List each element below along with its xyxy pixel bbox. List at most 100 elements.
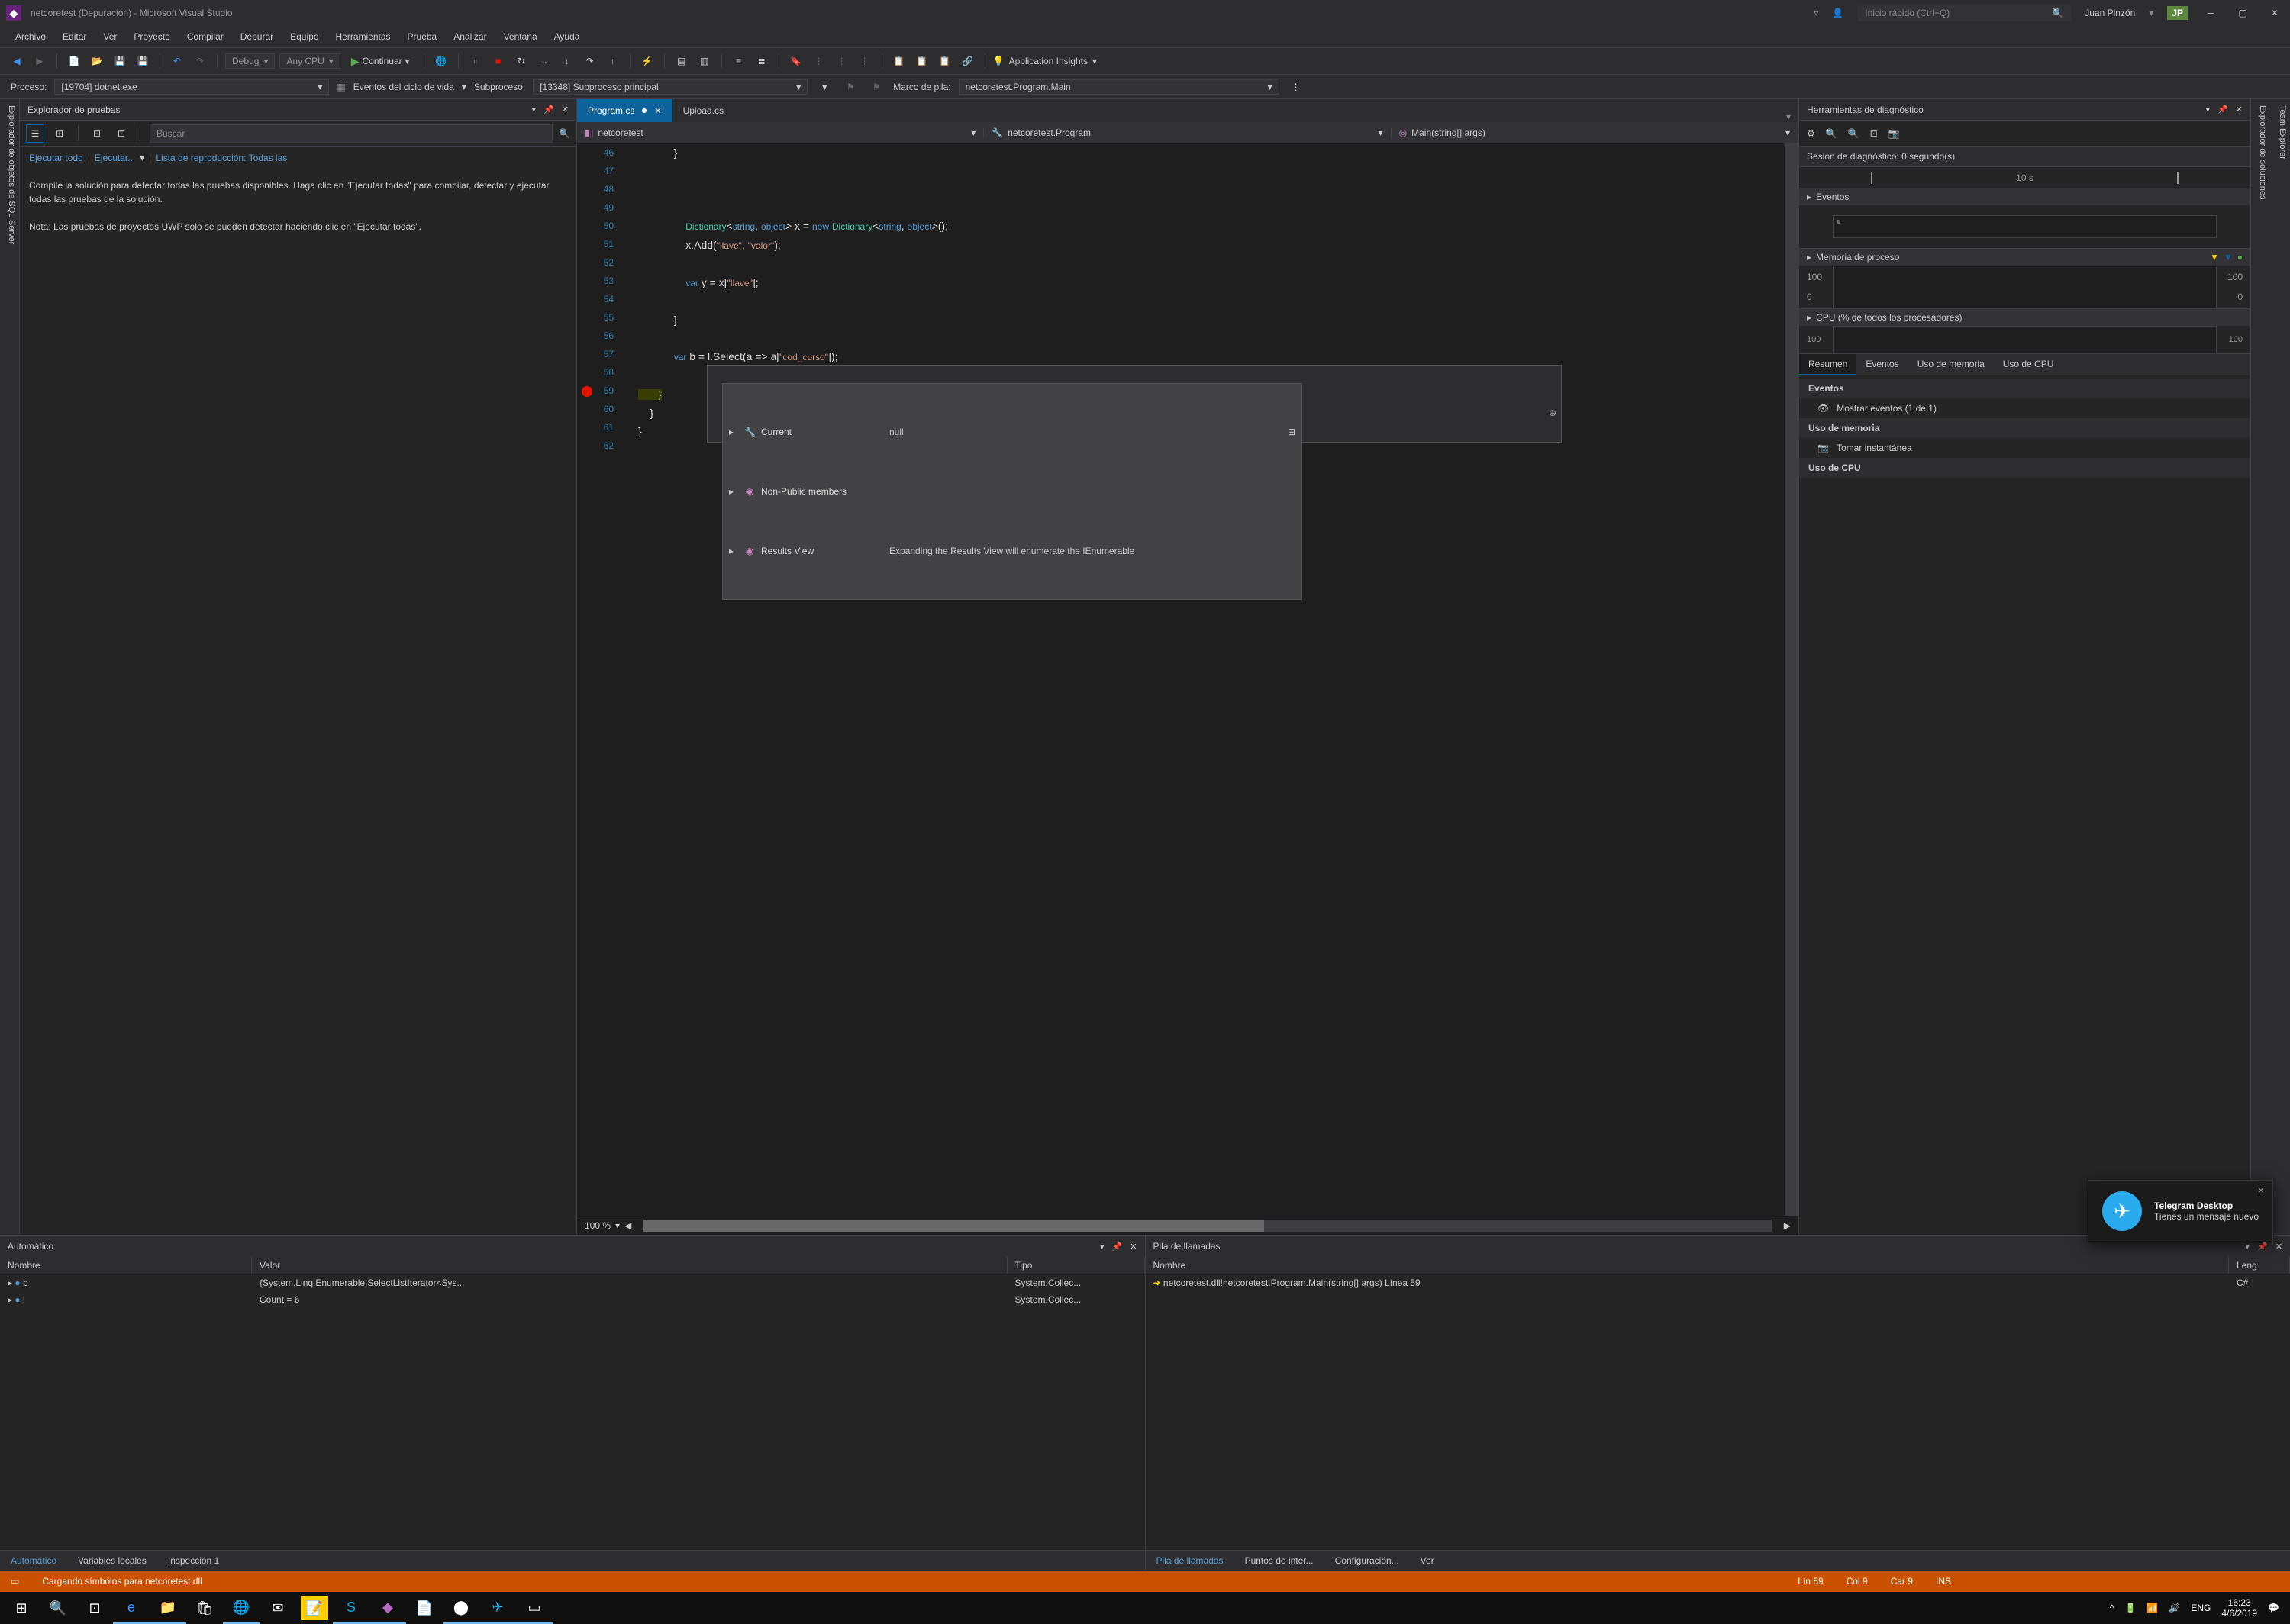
- v-scrollbar[interactable]: [1785, 143, 1798, 1216]
- snapshot-link[interactable]: 📷Tomar instantánea: [1799, 438, 2250, 458]
- datatip-popup[interactable]: ▸ 🔧 Current null ⊟ ▸ ◉ Non-Public member…: [722, 383, 1302, 600]
- search-button[interactable]: 🔍: [40, 1592, 76, 1624]
- dropdown-icon[interactable]: ▾: [2246, 1242, 2250, 1252]
- snapshot-icon[interactable]: 📷: [1888, 128, 1900, 139]
- task-view-button[interactable]: ⊡: [76, 1592, 113, 1624]
- dropdown-icon[interactable]: ▾: [2206, 105, 2211, 114]
- close-icon[interactable]: ✕: [2236, 105, 2243, 114]
- menu-herramientas[interactable]: Herramientas: [328, 28, 398, 45]
- sqlserver-explorer-tab[interactable]: Explorador de objetos de SQL Server: [0, 99, 20, 1235]
- zoom-level[interactable]: 100 %: [585, 1220, 611, 1231]
- pin-icon[interactable]: 📌: [2257, 1242, 2268, 1252]
- close-icon[interactable]: ✕: [1130, 1242, 1137, 1252]
- col-leng[interactable]: Leng: [2229, 1257, 2290, 1274]
- back-button[interactable]: ◀: [8, 52, 26, 70]
- bookmark-icon[interactable]: 🔖: [787, 52, 805, 70]
- pause-button[interactable]: ⏸: [466, 52, 485, 70]
- forward-button[interactable]: ▶: [31, 52, 49, 70]
- quick-launch-input[interactable]: Inicio rápido (Ctrl+Q) 🔍: [1857, 5, 2071, 21]
- tool-icon[interactable]: ⚡: [638, 52, 656, 70]
- menu-proyecto[interactable]: Proyecto: [126, 28, 177, 45]
- tab-memoria[interactable]: Uso de memoria: [1908, 354, 1994, 375]
- process-combo[interactable]: [19704] dotnet.exe▾: [54, 79, 329, 95]
- tab-breakpoints[interactable]: Puntos de inter...: [1234, 1551, 1324, 1571]
- class-combo[interactable]: 🔧netcoretest.Program▾: [984, 127, 1391, 138]
- menu-ver[interactable]: Ver: [95, 28, 124, 45]
- volume-icon[interactable]: 🔊: [2169, 1603, 2180, 1613]
- comment-icon[interactable]: ≡: [730, 52, 748, 70]
- zoom-out-icon[interactable]: 🔍: [1848, 128, 1859, 139]
- stackframe-combo[interactable]: netcoretest.Program.Main▾: [959, 79, 1279, 95]
- scroll-left-icon[interactable]: ◀: [624, 1220, 631, 1231]
- clock[interactable]: 16:23 4/6/2019: [2221, 1597, 2257, 1619]
- notifications-icon[interactable]: 💬: [2268, 1603, 2279, 1613]
- run-all-link[interactable]: Ejecutar todo: [29, 153, 83, 163]
- cpu-section-header[interactable]: ▸CPU (% de todos los procesadores): [1799, 309, 2250, 326]
- expand-icon[interactable]: ▸: [729, 482, 738, 501]
- minimize-button[interactable]: ─: [2201, 4, 2220, 22]
- menu-archivo[interactable]: Archivo: [8, 28, 53, 45]
- open-button[interactable]: 📂: [88, 52, 106, 70]
- outdent-icon[interactable]: ▥: [695, 52, 714, 70]
- battery-icon[interactable]: 🔋: [2124, 1603, 2136, 1613]
- playlist-link[interactable]: Lista de reproducción: Todas las: [156, 153, 287, 163]
- tab-ver[interactable]: Ver: [1410, 1551, 1445, 1571]
- search-icon[interactable]: 🔍: [559, 128, 570, 139]
- menu-analizar[interactable]: Analizar: [446, 28, 494, 45]
- expand-icon[interactable]: ⊟: [88, 124, 106, 143]
- tab-eventos[interactable]: Eventos: [1856, 354, 1908, 375]
- events-section-header[interactable]: ▸Eventos: [1799, 188, 2250, 205]
- stop-button[interactable]: ■: [489, 52, 508, 70]
- format-icon[interactable]: ⋮: [810, 52, 828, 70]
- team-explorer-tab[interactable]: Team Explorer: [2270, 99, 2290, 1235]
- flag-icon[interactable]: ▿: [1814, 8, 1818, 18]
- chevron-down-icon[interactable]: ▾: [2149, 8, 2153, 18]
- project-combo[interactable]: ◧netcoretest▾: [577, 127, 984, 138]
- next-statement-button[interactable]: →: [535, 52, 553, 70]
- tab-config[interactable]: Configuración...: [1324, 1551, 1410, 1571]
- mail-icon[interactable]: ✉: [260, 1592, 296, 1624]
- tab-pila[interactable]: Pila de llamadas: [1146, 1551, 1234, 1571]
- show-events-link[interactable]: 👁Mostrar eventos (1 de 1): [1799, 398, 2250, 418]
- redo-button[interactable]: ↷: [191, 52, 209, 70]
- edge-icon[interactable]: e: [113, 1592, 150, 1624]
- run-link[interactable]: Ejecutar...: [95, 153, 135, 163]
- start-button[interactable]: ⊞: [3, 1592, 40, 1624]
- save-all-button[interactable]: 💾: [134, 52, 152, 70]
- code-content[interactable]: } Dictionary<string, object> x = new Dic…: [623, 143, 1785, 1216]
- menu-ayuda[interactable]: Ayuda: [547, 28, 588, 45]
- tab-resumen[interactable]: Resumen: [1799, 354, 1856, 375]
- expand-icon[interactable]: ▸: [729, 423, 738, 441]
- lifecycle-icon[interactable]: ▦: [337, 82, 345, 92]
- timeline[interactable]: 10 s: [1799, 167, 2250, 188]
- wifi-icon[interactable]: 📶: [2146, 1603, 2158, 1613]
- col-valor[interactable]: Valor: [252, 1257, 1008, 1274]
- menu-compilar[interactable]: Compilar: [179, 28, 231, 45]
- restart-button[interactable]: ↻: [512, 52, 531, 70]
- uncomment-icon[interactable]: ≣: [753, 52, 771, 70]
- table-row[interactable]: ➜ netcoretest.dll!netcoretest.Program.Ma…: [1146, 1274, 2290, 1291]
- undo-button[interactable]: ↶: [168, 52, 186, 70]
- tabs-dropdown-icon[interactable]: ▾: [1779, 111, 1798, 122]
- indent-icon[interactable]: ▤: [672, 52, 691, 70]
- continue-button[interactable]: ▶Continuar▾: [345, 53, 416, 69]
- thread-combo[interactable]: [13348] Subproceso principal▾: [533, 79, 808, 95]
- customize-icon[interactable]: ⋮: [1287, 78, 1305, 96]
- chrome-icon[interactable]: 🌐: [223, 1592, 260, 1624]
- notes-icon[interactable]: 📝: [301, 1596, 328, 1620]
- table-row[interactable]: ▸ ● b {System.Linq.Enumerable.SelectList…: [0, 1274, 1145, 1291]
- browser-button[interactable]: 🌐: [432, 52, 450, 70]
- feedback-icon[interactable]: 👤: [1832, 8, 1843, 18]
- close-toast-icon[interactable]: ✕: [2257, 1185, 2265, 1196]
- tab-upload[interactable]: Upload.cs: [672, 99, 734, 122]
- app-icon[interactable]: 📄: [406, 1592, 443, 1624]
- datatip-row[interactable]: ▸ ◉ Non-Public members: [723, 480, 1301, 503]
- col-nombre[interactable]: Nombre: [0, 1257, 252, 1274]
- close-tab-icon[interactable]: ✕: [654, 106, 661, 116]
- flag-icon[interactable]: ⚑: [841, 78, 860, 96]
- group-icon[interactable]: ☰: [26, 124, 44, 143]
- telegram-icon[interactable]: ✈: [479, 1592, 516, 1624]
- close-icon[interactable]: ✕: [562, 105, 569, 114]
- skype-icon[interactable]: S: [333, 1592, 369, 1624]
- platform-combo[interactable]: Any CPU▾: [279, 53, 340, 69]
